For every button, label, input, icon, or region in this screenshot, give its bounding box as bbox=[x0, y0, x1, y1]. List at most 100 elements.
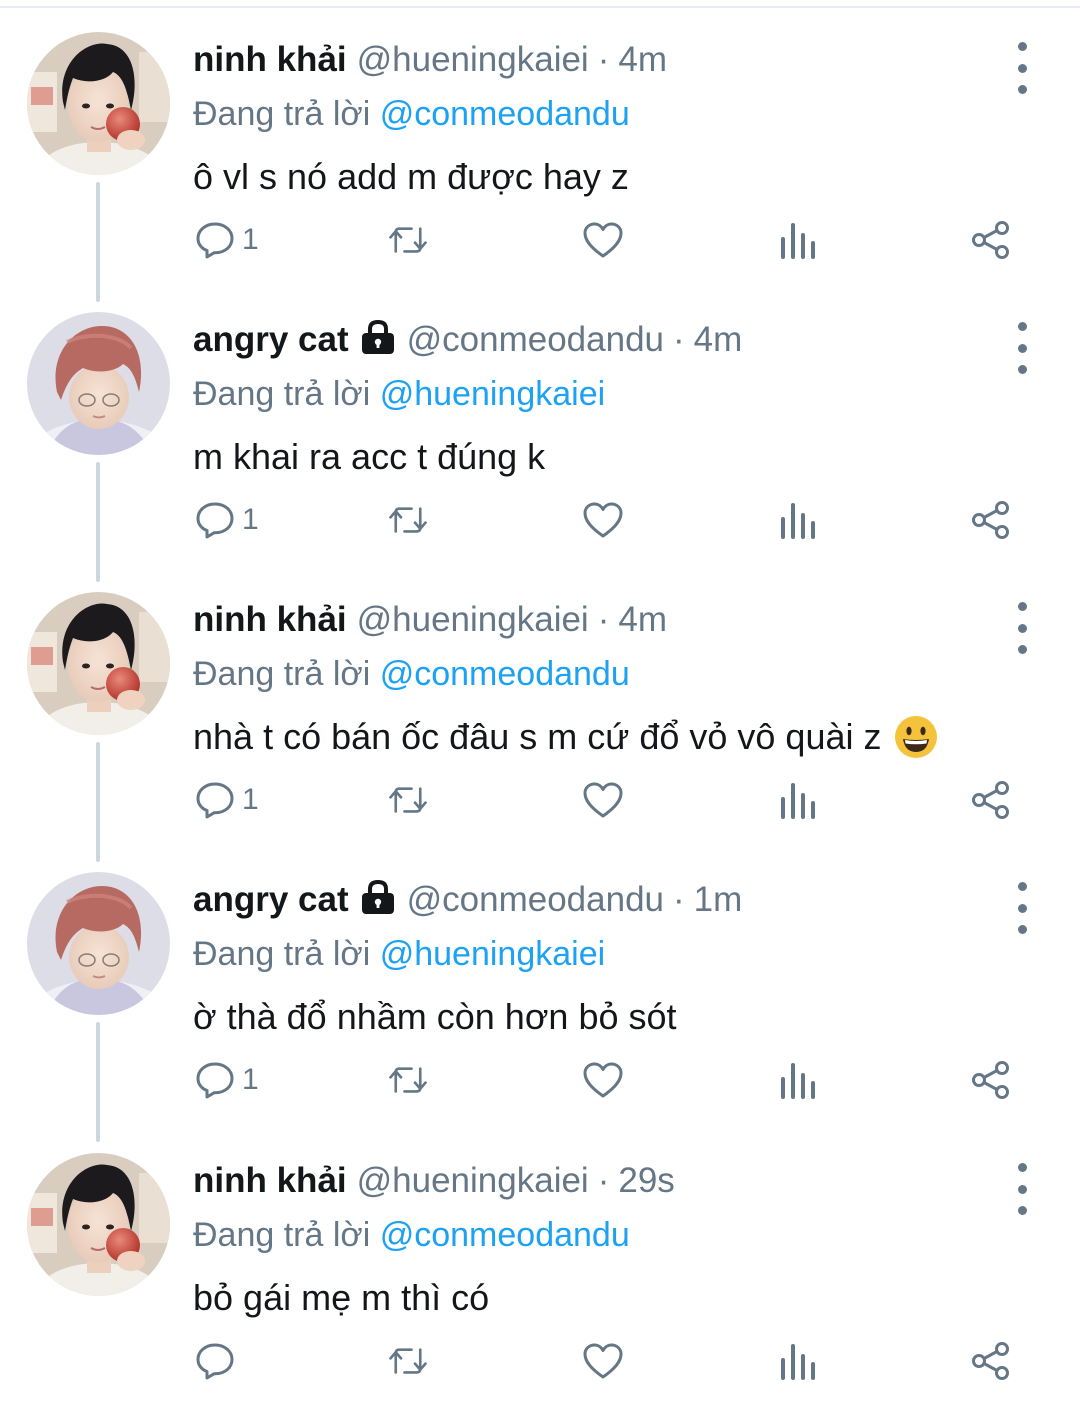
retweet-button[interactable] bbox=[387, 1050, 429, 1110]
mention-link[interactable]: @hueningkaiei bbox=[380, 935, 605, 973]
share-icon bbox=[972, 1342, 1009, 1380]
like-button[interactable] bbox=[582, 210, 624, 270]
reply-bubble-icon bbox=[196, 782, 234, 819]
analytics-bars-icon bbox=[781, 223, 815, 259]
display-name[interactable]: ninh khải bbox=[193, 596, 347, 644]
share-icon bbox=[972, 221, 1009, 259]
retweet-button[interactable] bbox=[387, 770, 429, 830]
mention-link[interactable]: @conmeodandu bbox=[380, 95, 630, 133]
reply-button[interactable]: 1 bbox=[194, 1050, 259, 1110]
tweet[interactable]: angry cat @conmeodandu · 1m Đang trả lời… bbox=[0, 850, 1080, 1130]
tweet-text: bỏ gái mẹ m thì có bbox=[193, 1273, 489, 1323]
reply-button[interactable]: 1 bbox=[194, 770, 259, 830]
more-options-button[interactable] bbox=[1004, 878, 1040, 938]
display-name[interactable]: angry cat bbox=[193, 876, 349, 924]
username-handle[interactable]: @hueningkaiei bbox=[357, 1157, 589, 1205]
vertical-dots-icon bbox=[1017, 322, 1027, 331]
avatar[interactable] bbox=[27, 32, 170, 175]
analytics-bars-icon bbox=[781, 1344, 815, 1380]
share-button[interactable] bbox=[970, 1050, 1012, 1110]
timestamp[interactable]: 29s bbox=[618, 1157, 674, 1205]
replying-to-label: Đang trả lời bbox=[193, 1216, 371, 1254]
username-handle[interactable]: @hueningkaiei bbox=[357, 596, 589, 644]
avatar[interactable] bbox=[27, 1153, 170, 1296]
tweet-text-content: bỏ gái mẹ m thì có bbox=[193, 1277, 490, 1318]
timestamp[interactable]: 4m bbox=[694, 316, 743, 364]
like-button[interactable] bbox=[582, 1050, 624, 1110]
retweet-button[interactable] bbox=[387, 210, 429, 270]
tweet-text-content: ô vl s nó add m được hay z bbox=[193, 156, 629, 197]
tweet[interactable]: angry cat @conmeodandu · 4m Đang trả lời… bbox=[0, 290, 1080, 570]
analytics-button[interactable] bbox=[777, 1050, 819, 1110]
display-name[interactable]: angry cat bbox=[193, 316, 349, 364]
analytics-bars-icon bbox=[781, 783, 815, 819]
share-icon bbox=[972, 1061, 1009, 1099]
like-button[interactable] bbox=[582, 490, 624, 550]
top-divider bbox=[0, 6, 1080, 8]
mention-link[interactable]: @conmeodandu bbox=[380, 655, 630, 693]
replying-to-label: Đang trả lời bbox=[193, 935, 371, 973]
vertical-dots-icon bbox=[1017, 882, 1027, 891]
retweet-icon bbox=[389, 1348, 427, 1374]
replying-to-label: Đang trả lời bbox=[193, 375, 371, 413]
tweet-text: m khai ra acc t đúng k bbox=[193, 432, 545, 482]
mention-link[interactable]: @hueningkaiei bbox=[380, 375, 605, 413]
share-button[interactable] bbox=[970, 1331, 1012, 1391]
username-handle[interactable]: @conmeodandu bbox=[407, 316, 664, 364]
timestamp[interactable]: 4m bbox=[618, 36, 667, 84]
more-options-button[interactable] bbox=[1004, 38, 1040, 98]
analytics-button[interactable] bbox=[777, 490, 819, 550]
vertical-dots-icon bbox=[1017, 602, 1027, 611]
tweet-actions: 1 bbox=[0, 1050, 1080, 1110]
share-button[interactable] bbox=[970, 490, 1012, 550]
more-options-button[interactable] bbox=[1004, 1159, 1040, 1219]
retweet-icon bbox=[389, 787, 427, 813]
timestamp[interactable]: 1m bbox=[694, 876, 743, 924]
retweet-button[interactable] bbox=[387, 1331, 429, 1391]
reply-button[interactable]: 1 bbox=[194, 210, 259, 270]
tweet-actions: 1 bbox=[0, 770, 1080, 830]
share-button[interactable] bbox=[970, 770, 1012, 830]
more-options-button[interactable] bbox=[1004, 598, 1040, 658]
mention-link[interactable]: @conmeodandu bbox=[380, 1216, 630, 1254]
username-handle[interactable]: @conmeodandu bbox=[407, 876, 664, 924]
tweet-header: ninh khải @hueningkaiei · 4m bbox=[193, 596, 667, 644]
retweet-button[interactable] bbox=[387, 490, 429, 550]
reply-button[interactable]: 1 bbox=[194, 490, 259, 550]
tweet-actions: 1 bbox=[0, 210, 1080, 270]
grinning-face-emoji-icon bbox=[894, 716, 937, 758]
avatar[interactable] bbox=[27, 312, 170, 455]
tweet[interactable]: ninh khải @hueningkaiei · 4m Đang trả lờ… bbox=[0, 10, 1080, 290]
tweet-text-content: m khai ra acc t đúng k bbox=[193, 436, 546, 477]
more-options-button[interactable] bbox=[1004, 318, 1040, 378]
tweet[interactable]: ninh khải @hueningkaiei · 4m Đang trả lờ… bbox=[0, 570, 1080, 850]
timestamp[interactable]: 4m bbox=[618, 596, 667, 644]
reply-bubble-icon bbox=[196, 1343, 234, 1380]
tweet-text: ô vl s nó add m được hay z bbox=[193, 152, 629, 202]
heart-icon bbox=[583, 782, 623, 818]
display-name[interactable]: ninh khải bbox=[193, 36, 347, 84]
tweet[interactable]: ninh khải @hueningkaiei · 29s Đang trả l… bbox=[0, 1131, 1080, 1411]
tweet-header: angry cat @conmeodandu · 1m bbox=[193, 876, 742, 924]
analytics-button[interactable] bbox=[777, 210, 819, 270]
display-name[interactable]: ninh khải bbox=[193, 1157, 347, 1205]
reply-button[interactable] bbox=[194, 1331, 242, 1391]
avatar[interactable] bbox=[27, 592, 170, 735]
username-handle[interactable]: @hueningkaiei bbox=[357, 36, 589, 84]
replying-to: Đang trả lời @conmeodandu bbox=[193, 90, 630, 138]
retweet-icon bbox=[389, 507, 427, 533]
tweet-header: ninh khải @hueningkaiei · 4m bbox=[193, 36, 667, 84]
like-button[interactable] bbox=[582, 770, 624, 830]
analytics-button[interactable] bbox=[777, 770, 819, 830]
lock-icon bbox=[361, 319, 394, 354]
tweet-header: ninh khải @hueningkaiei · 29s bbox=[193, 1157, 675, 1205]
avatar[interactable] bbox=[27, 872, 170, 1015]
analytics-button[interactable] bbox=[777, 1331, 819, 1391]
replying-to: Đang trả lời @hueningkaiei bbox=[193, 930, 605, 978]
separator-dot: · bbox=[597, 600, 610, 639]
vertical-dots-icon bbox=[1017, 1163, 1027, 1172]
like-button[interactable] bbox=[582, 1331, 624, 1391]
tweet-text-content: nhà t có bán ốc đâu s m cứ đổ vỏ vô quài… bbox=[193, 716, 882, 757]
tweet-text: ờ thà đổ nhầm còn hơn bỏ sót bbox=[193, 992, 677, 1042]
share-button[interactable] bbox=[970, 210, 1012, 270]
